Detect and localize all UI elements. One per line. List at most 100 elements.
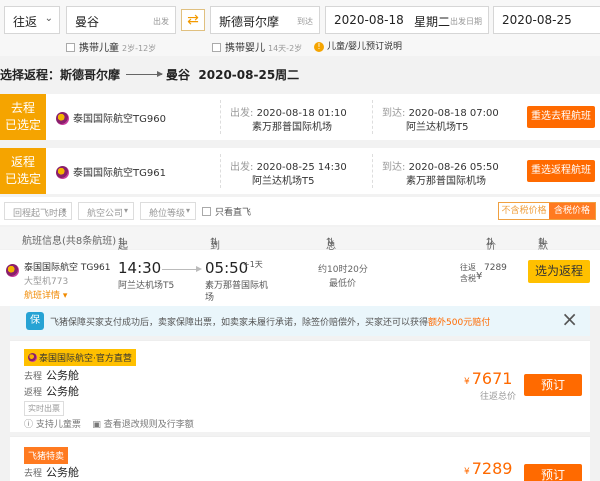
depart-date-value: 2020-08-18	[334, 13, 404, 27]
return-airline-name: 泰国国际航空TG961	[73, 168, 166, 179]
trip-type-select[interactable]: 往返 ⌄	[4, 6, 60, 34]
outbound-departure: 出发: 2020-08-18 01:10	[230, 104, 347, 119]
price-label-roundtrip: 往返	[460, 263, 476, 272]
book-button[interactable]: 预订	[524, 374, 582, 396]
outbound-airline: 泰国国际航空TG960	[56, 110, 166, 125]
fare-rules-link[interactable]: ▣ 查看退改规则及行李额	[92, 420, 193, 430]
fare-out-label: 去程	[24, 372, 43, 382]
fare-out-cabin-value: 公务舱	[46, 466, 80, 479]
fare-ret-cabin-value: 公务舱	[46, 385, 80, 398]
selected-outbound: 去程 已选定 泰国国际航空TG960 出发: 2020-08-18 01:10 …	[0, 94, 600, 140]
route-title-to: 曼谷	[166, 68, 191, 82]
sort-arrow-icon: ⇅	[486, 237, 495, 248]
fare-out-cabin: 去程 公务舱	[24, 464, 79, 480]
depart-hint: 出发日期	[450, 17, 482, 26]
col-flight-info: 航班信息(共8条航班)	[22, 236, 117, 247]
return-airline: 泰国国际航空TG961	[56, 164, 166, 179]
flight-dep-airport: 阿兰达机场T5	[118, 281, 175, 291]
guarantee-text: 飞猪保障买家支付成功后，卖家保障出票，如卖家未履行承诺，除签价赔偿外，买家还可以…	[50, 315, 490, 328]
swap-cities-button[interactable]: ⇄	[181, 9, 205, 31]
filter-cabin-dropdown[interactable]: 舱位等级 ▾	[140, 202, 196, 220]
currency-symbol: ¥	[476, 271, 483, 282]
outbound-dep-airport: 素万那普国际机场	[252, 122, 332, 133]
flight-arr-airport-line1: 素万那普国际机	[205, 281, 269, 291]
shield-icon: 保	[26, 312, 44, 330]
booking-note-text: 儿童/婴儿预订说明	[327, 42, 403, 52]
reselect-outbound-button[interactable]: 重选去程航班	[527, 106, 595, 128]
selected-return: 返程 已选定 泰国国际航空TG961 出发: 2020-08-25 14:30 …	[0, 148, 600, 194]
fare-badge-text: 泰国国际航空·官方直营	[39, 354, 132, 364]
divider	[372, 100, 373, 134]
outbound-airline-name: 泰国国际航空TG960	[73, 114, 166, 125]
fare-badge: 飞猪特卖	[24, 447, 69, 464]
select-return-button[interactable]: 选为返程	[528, 260, 590, 283]
price-label-tax: 含税	[460, 274, 476, 283]
outbound-tag-line2: 已选定	[4, 118, 41, 132]
flight-duration-note: 最低价	[329, 279, 357, 289]
flight-row: 泰国国际航空 TG961 大型机773 航班详情 ▾ 14:30 阿兰达机场T5…	[0, 250, 600, 306]
guarantee-highlight: 额外500元赔付	[428, 318, 491, 328]
to-city-input[interactable]: 斯德哥尔摩 到达	[210, 6, 320, 34]
fare-price-value: 7289	[471, 459, 513, 478]
book-button[interactable]: 预订	[524, 464, 582, 481]
fare-child-ticket-label: 支持儿童票	[35, 420, 81, 430]
fare-price-value: 7671	[471, 369, 513, 388]
fare-option-2: 飞猪特卖 去程 公务舱 ¥7289 预订	[10, 436, 590, 481]
search-bar: 往返 ⌄ 曼谷 出发 ⇄ 斯德哥尔摩 到达 2020-08-18 星期二 出发日…	[0, 0, 600, 56]
reselect-return-button[interactable]: 重选返程航班	[527, 160, 595, 182]
fare-child-ticket-link[interactable]: ⓘ 支持儿童票	[24, 420, 81, 430]
fare-price-note: 往返总价	[480, 392, 517, 402]
price-excl-tax-option[interactable]: 不含税价格	[499, 203, 549, 219]
return-date-input[interactable]: 2020-08-25	[493, 6, 600, 34]
sort-arrow-icon: ⇅	[326, 237, 335, 248]
infant-checkbox[interactable]: 携带婴儿 14天-2岁	[212, 39, 302, 54]
from-city-input[interactable]: 曼谷 出发	[66, 6, 176, 34]
fare-price: ¥7671	[464, 369, 512, 388]
guarantee-text-main: 飞猪保障买家支付成功后，卖家保障出票，如卖家未履行承诺，除签价赔偿外，买家还可以…	[50, 318, 429, 328]
child-age: 2岁-12岁	[122, 44, 157, 53]
depart-date-input[interactable]: 2020-08-18 星期二 出发日期	[325, 6, 489, 34]
filter-time-dropdown[interactable]: 回程起飞时段 ▾	[4, 202, 72, 220]
checkbox-box[interactable]	[212, 43, 221, 52]
return-arr-airport: 素万那普国际机场	[406, 176, 486, 187]
flight-arr-time: 05:50	[205, 259, 249, 277]
flight-table-header: 航班信息(共8条航班) 起飞时间 ⇅ 到达时间 ⇅ 总耗时 ⇅ 价格 ⇅ 默认排…	[0, 227, 600, 297]
return-tag-line2: 已选定	[4, 172, 41, 186]
swap-icon: ⇄	[187, 12, 199, 28]
arr-label: 到达:	[382, 162, 406, 173]
guarantee-banner: 保 飞猪保障买家支付成功后，卖家保障出票，如卖家未履行承诺，除签价赔偿外，买家还…	[10, 306, 590, 336]
filter-bar: 回程起飞时段 ▾ 航空公司 ▾ 舱位等级 ▾ 只看直飞 不含税价格 含税价格	[0, 197, 600, 225]
arrow-right-icon	[126, 71, 164, 77]
sort-arrow-icon: ⇅	[210, 237, 219, 248]
fare-ticketing-tag: 实时出票	[24, 401, 64, 416]
booking-note-link[interactable]: ! 儿童/婴儿预订说明	[314, 39, 402, 52]
chevron-down-icon: ▾	[61, 206, 66, 215]
flight-details-link[interactable]: 航班详情 ▾	[24, 288, 67, 301]
currency-symbol: ¥	[464, 467, 470, 477]
flight-arr-plus-day: +1天	[243, 260, 263, 269]
page-title: 选择返程：斯德哥尔摩 曼谷 2020-08-25周二	[0, 66, 600, 90]
price-incl-tax-option[interactable]: 含税价格	[549, 203, 595, 219]
flight-aircraft: 大型机773	[24, 277, 69, 287]
direct-only-checkbox[interactable]: 只看直飞	[202, 205, 251, 218]
checkbox-box[interactable]	[202, 207, 211, 216]
fare-price: ¥7289	[464, 459, 512, 478]
filter-airline-label: 航空公司	[87, 209, 124, 219]
checkbox-box[interactable]	[66, 43, 75, 52]
filter-cabin-label: 舱位等级	[149, 209, 186, 219]
close-icon[interactable]: ×	[561, 309, 578, 329]
flight-details-label: 航班详情	[24, 291, 61, 301]
from-hint: 出发	[153, 17, 169, 26]
return-dep-airport: 阿兰达机场T5	[252, 176, 315, 187]
airline-logo-icon	[28, 353, 37, 362]
dep-label: 出发:	[230, 162, 254, 173]
child-checkbox[interactable]: 携带儿童 2岁-12岁	[66, 39, 156, 54]
from-city-value: 曼谷	[75, 15, 100, 29]
return-tag-line1: 返程	[10, 155, 35, 169]
chevron-down-icon: ▾	[185, 206, 190, 215]
flight-dep-time: 14:30	[118, 259, 162, 277]
filter-airline-dropdown[interactable]: 航空公司 ▾	[78, 202, 134, 220]
outbound-arr-airport: 阿兰达机场T5	[406, 122, 469, 133]
airline-logo-icon	[6, 264, 19, 277]
arr-label: 到达:	[382, 108, 406, 119]
